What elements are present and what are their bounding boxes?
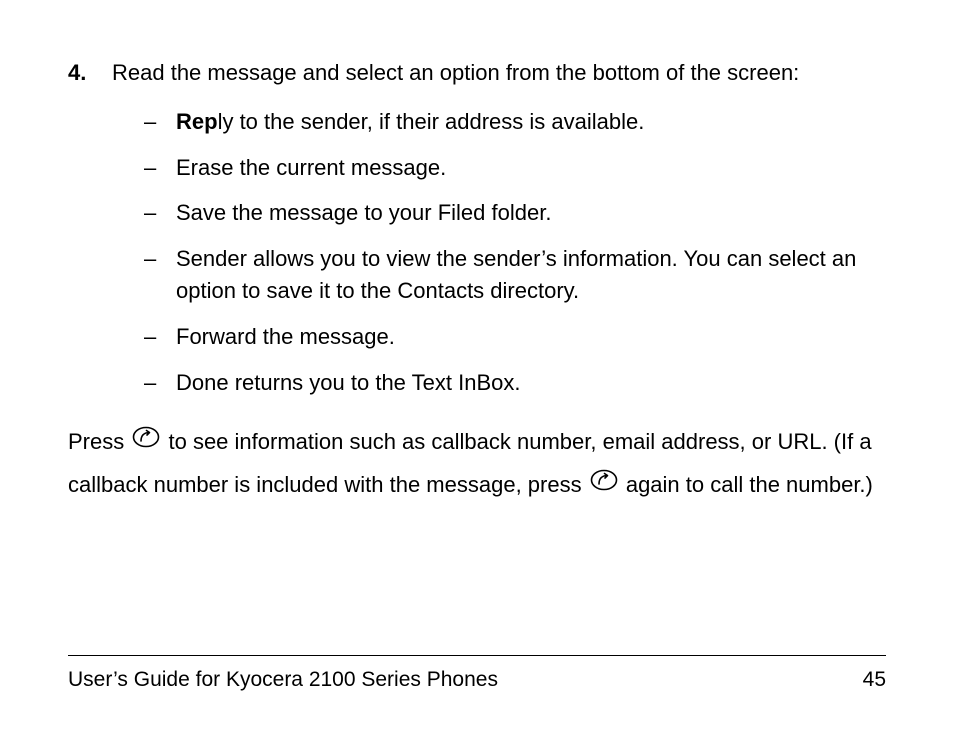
list-item: – Done returns you to the Text InBox. <box>144 367 886 399</box>
dash-marker: – <box>144 106 176 138</box>
step-text: Read the message and select an option fr… <box>112 58 886 88</box>
dash-marker: – <box>144 152 176 184</box>
rest-text: Done returns you to the Text InBox. <box>176 370 520 395</box>
rest-text: Save the message to your Filed folder. <box>176 200 551 225</box>
manual-page: 4. Read the message and select an option… <box>0 0 954 738</box>
list-item-text: Reply to the sender, if their address is… <box>176 106 886 138</box>
list-item-text: Sender allows you to view the sender’s i… <box>176 243 886 307</box>
option-list: – Reply to the sender, if their address … <box>112 106 886 399</box>
rest-text: ly to the sender, if their address is av… <box>218 109 645 134</box>
rest-text: Sender allows you to view the sender’s i… <box>176 246 856 303</box>
dash-marker: – <box>144 197 176 229</box>
step-4: 4. Read the message and select an option… <box>68 58 886 88</box>
rest-text: Erase the current message. <box>176 155 446 180</box>
rest-text: Forward the message. <box>176 324 395 349</box>
list-item: – Save the message to your Filed folder. <box>144 197 886 229</box>
dash-marker: – <box>144 321 176 353</box>
list-item-text: Done returns you to the Text InBox. <box>176 367 886 399</box>
footer-title: User’s Guide for Kyocera 2100 Series Pho… <box>68 668 498 692</box>
call-key-icon <box>132 420 160 462</box>
list-item: – Sender allows you to view the sender’s… <box>144 243 886 307</box>
paragraph-part3: again to call the number.) <box>626 472 873 497</box>
list-item: – Reply to the sender, if their address … <box>144 106 886 138</box>
bold-prefix: Rep <box>176 109 218 134</box>
list-item: – Erase the current message. <box>144 152 886 184</box>
footer-rule <box>68 655 886 656</box>
dash-marker: – <box>144 243 176 275</box>
press-paragraph: Press to see information such as callbac… <box>68 421 886 507</box>
list-item: – Forward the message. <box>144 321 886 353</box>
call-key-icon <box>590 463 618 505</box>
paragraph-part1: Press <box>68 429 130 454</box>
list-item-text: Erase the current message. <box>176 152 886 184</box>
dash-marker: – <box>144 367 176 399</box>
step-number: 4. <box>68 58 112 88</box>
list-item-text: Forward the message. <box>176 321 886 353</box>
list-item-text: Save the message to your Filed folder. <box>176 197 886 229</box>
page-footer: User’s Guide for Kyocera 2100 Series Pho… <box>68 668 886 692</box>
footer-page-number: 45 <box>863 668 886 692</box>
